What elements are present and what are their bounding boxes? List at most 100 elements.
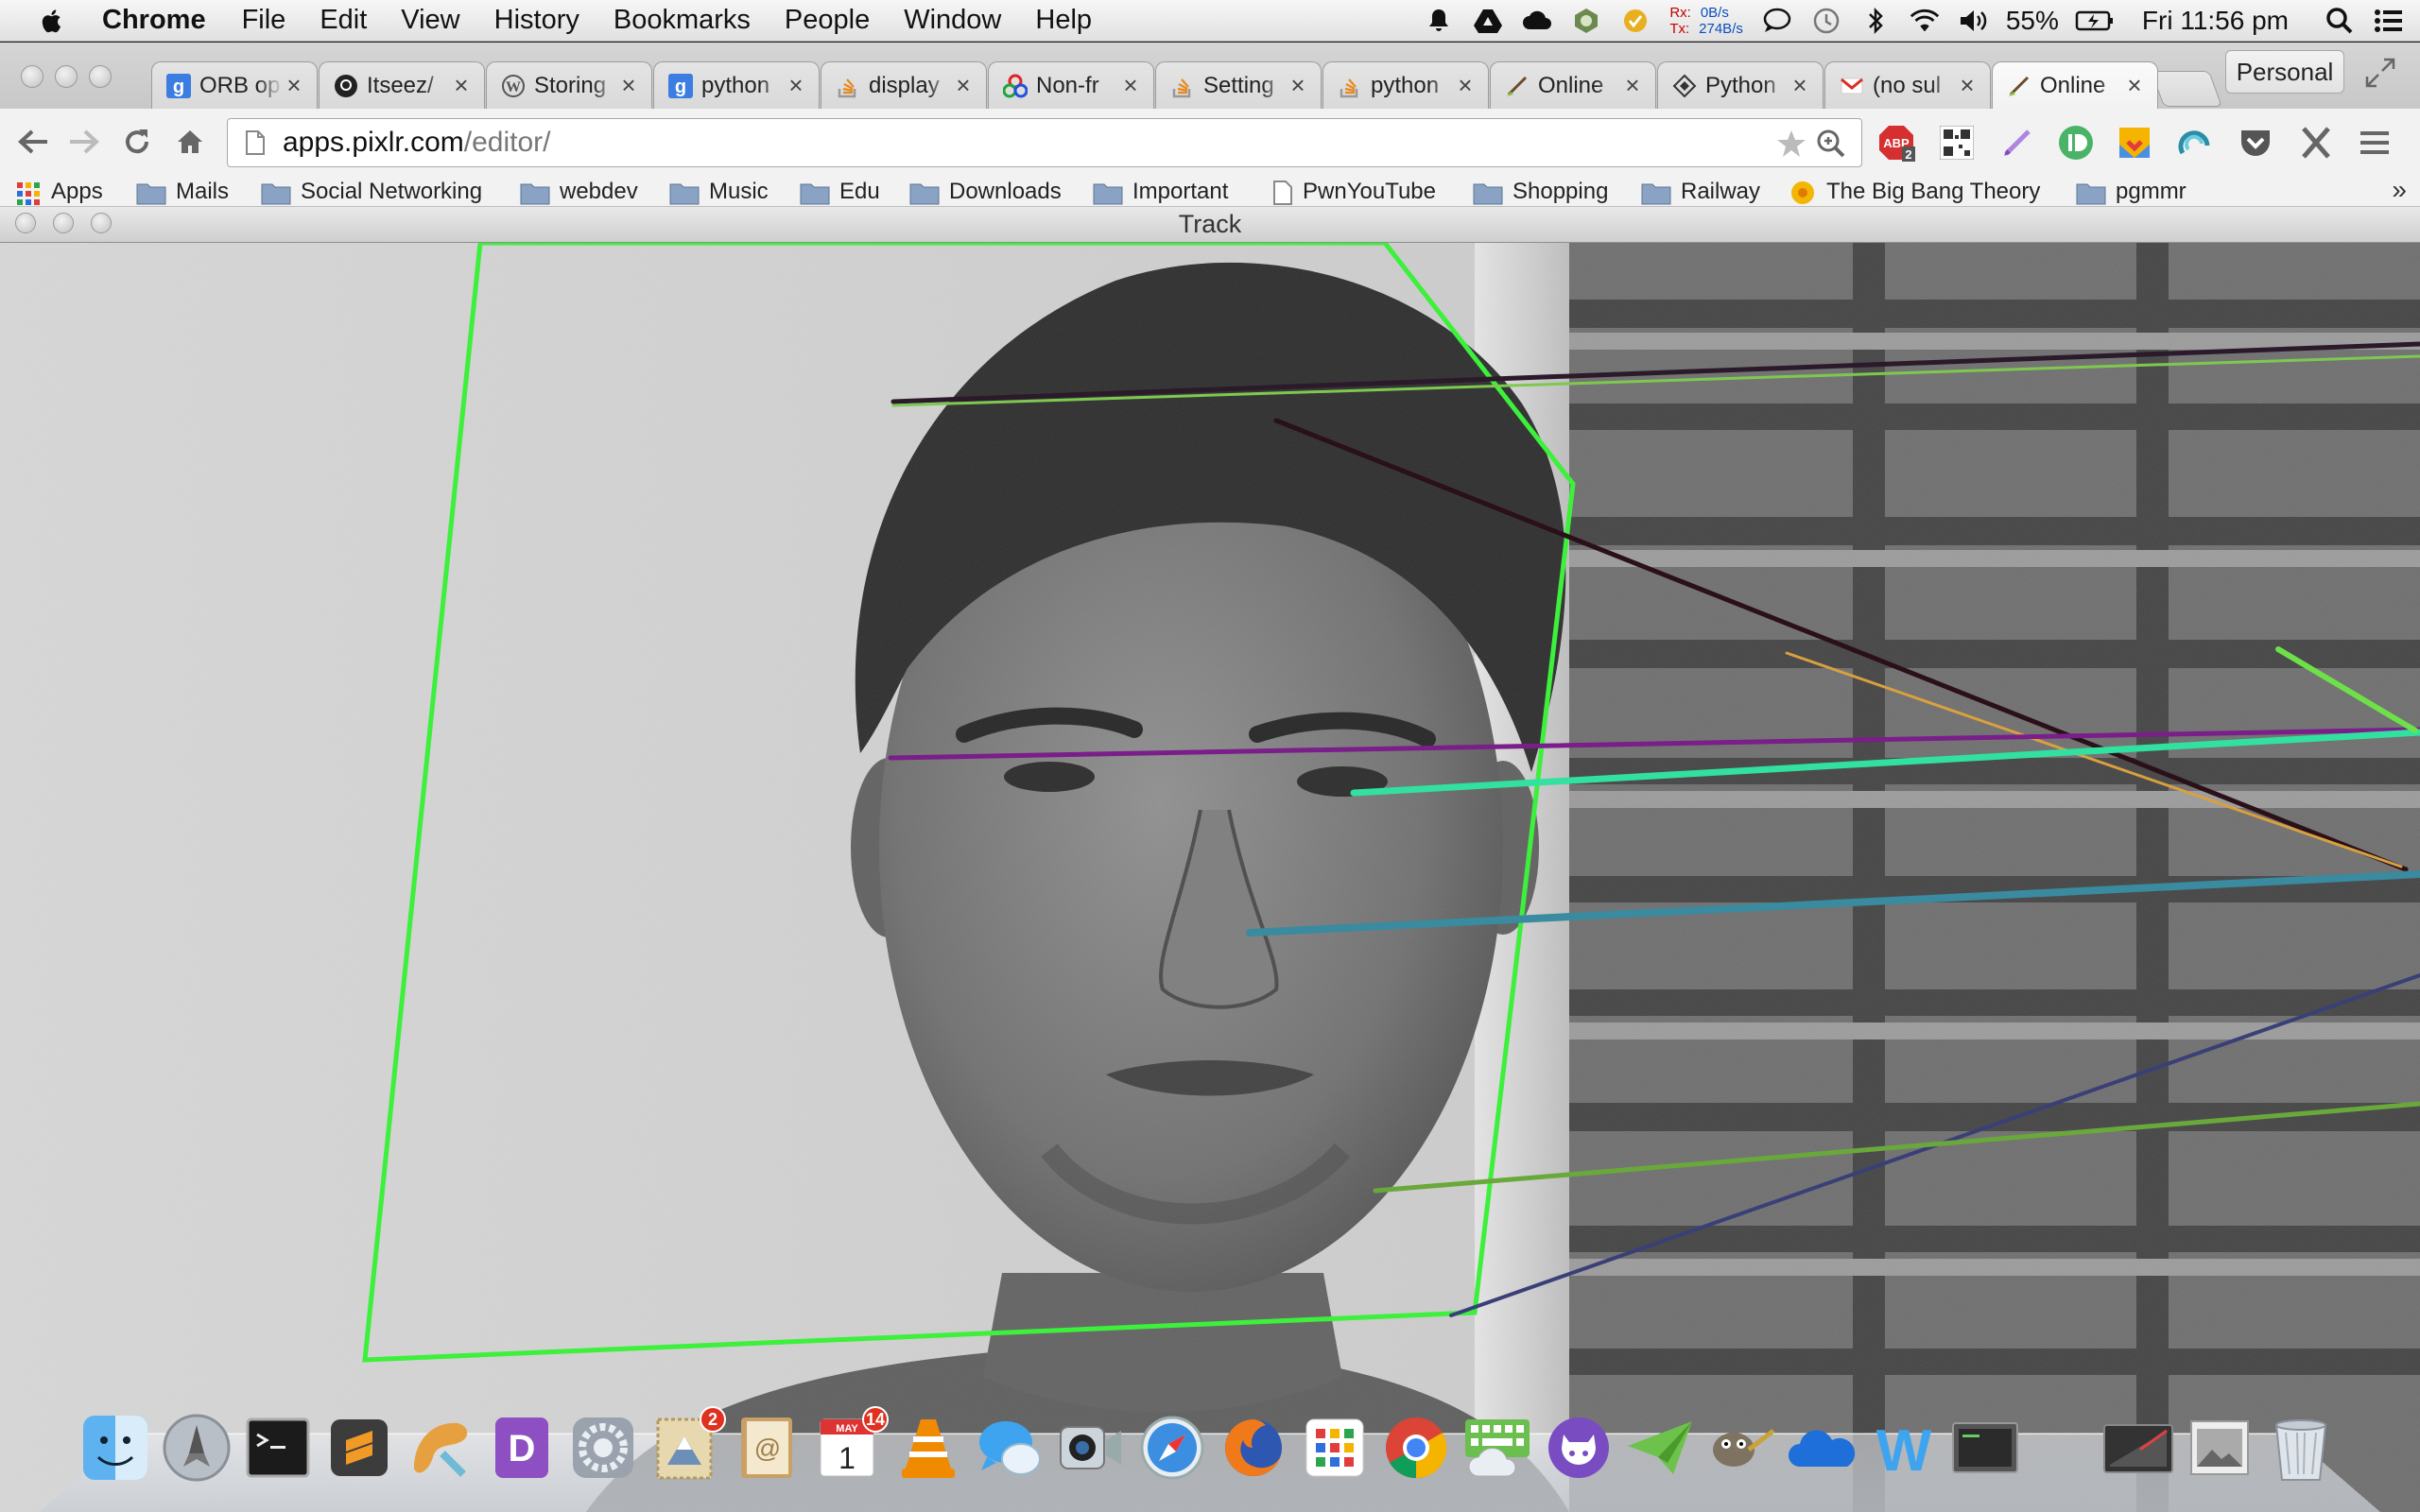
pixelmator-icon[interactable] xyxy=(405,1412,476,1489)
tab-orb[interactable]: g ORB op × xyxy=(151,61,318,109)
reload-button[interactable] xyxy=(117,122,157,162)
bookmark-edu[interactable]: Edu xyxy=(800,179,880,206)
tab-close-icon[interactable]: × xyxy=(2123,71,2146,100)
bluetooth-icon[interactable] xyxy=(1859,5,1892,37)
battery-percent[interactable]: 55% xyxy=(2006,6,2059,36)
tab-close-icon[interactable]: × xyxy=(617,71,640,100)
hexagon-app-icon[interactable] xyxy=(1570,5,1602,37)
bookmark-webdev[interactable]: webdev xyxy=(520,179,638,206)
menu-clock[interactable]: Fri 11:56 pm xyxy=(2142,6,2289,36)
launchpad-icon[interactable] xyxy=(161,1412,233,1489)
mail-icon[interactable]: 2 xyxy=(648,1406,726,1489)
tab-python-google[interactable]: g python × xyxy=(653,61,820,109)
notification-bell-icon[interactable] xyxy=(1423,5,1455,37)
word-icon[interactable]: W xyxy=(1868,1412,1940,1489)
bookmark-apps[interactable]: Apps xyxy=(15,179,103,206)
github-octocat-icon[interactable] xyxy=(1543,1412,1615,1489)
wifi-icon[interactable] xyxy=(1909,5,1941,37)
system-preferences-icon[interactable] xyxy=(567,1412,639,1489)
bookmark-pwnyoutube[interactable]: PwnYouTube xyxy=(1272,179,1436,206)
tab-online-1[interactable]: Online × xyxy=(1490,61,1656,109)
cloud-icon[interactable] xyxy=(1521,5,1553,37)
network-monitor[interactable]: Rx: 0B/s Tx: 274B/s xyxy=(1669,5,1743,37)
menu-file[interactable]: File xyxy=(242,5,286,36)
google-keep-icon[interactable] xyxy=(2116,124,2153,162)
zoom-icon[interactable] xyxy=(1816,129,1846,159)
tab-close-icon[interactable]: × xyxy=(1621,71,1644,100)
tab-display[interactable]: display × xyxy=(821,61,987,109)
tab-close-icon[interactable]: × xyxy=(1287,71,1309,100)
volume-icon[interactable] xyxy=(1958,5,1990,37)
tab-close-icon[interactable]: × xyxy=(283,71,305,100)
chrome-menu-icon[interactable] xyxy=(2356,124,2394,162)
tab-itseez[interactable]: Itseez/ × xyxy=(319,61,485,109)
bookmarks-overflow-chevron[interactable]: » xyxy=(2392,175,2407,205)
finder-icon[interactable] xyxy=(79,1412,151,1489)
tab-close-icon[interactable]: × xyxy=(1454,71,1477,100)
notification-center-icon[interactable] xyxy=(2373,5,2405,37)
safari-icon[interactable] xyxy=(1136,1412,1208,1489)
swirl-extension-icon[interactable] xyxy=(2176,124,2214,162)
terminal-icon[interactable] xyxy=(242,1412,314,1489)
back-button[interactable] xyxy=(13,122,53,162)
sublime-icon[interactable] xyxy=(323,1412,395,1489)
apple-menu-icon[interactable] xyxy=(36,5,68,37)
tab-close-icon[interactable]: × xyxy=(450,71,473,100)
checkmark-badge-icon[interactable] xyxy=(1619,5,1651,37)
bookmark-downloads[interactable]: Downloads xyxy=(909,179,1062,206)
address-bar[interactable]: apps.pixlr.com/editor/ xyxy=(227,118,1862,167)
battery-charging-icon[interactable] xyxy=(2075,5,2115,37)
x-extension-icon[interactable] xyxy=(2297,124,2335,162)
bookmark-music[interactable]: Music xyxy=(669,179,769,206)
console-icon[interactable] xyxy=(1949,1412,2021,1489)
menu-view[interactable]: View xyxy=(401,5,459,36)
tab-close-icon[interactable]: × xyxy=(785,71,807,100)
firefox-icon[interactable] xyxy=(1218,1412,1289,1489)
facetime-icon[interactable] xyxy=(1055,1412,1127,1489)
tab-nonfree[interactable]: Non-fr × xyxy=(988,61,1154,109)
tab-gmail[interactable]: (no sul × xyxy=(1824,61,1991,109)
pushbullet-icon[interactable] xyxy=(2057,124,2095,162)
bookmark-railway[interactable]: Railway xyxy=(1641,179,1760,206)
menu-app-name[interactable]: Chrome xyxy=(102,5,206,36)
keyboard-cloud-icon[interactable] xyxy=(1461,1412,1533,1489)
tab-python-so[interactable]: python × xyxy=(1322,61,1489,109)
adblock-plus-icon[interactable]: ABP 2 xyxy=(1877,124,1915,162)
bookmark-star-icon[interactable] xyxy=(1776,129,1806,159)
forward-button[interactable] xyxy=(64,122,104,162)
address-book-icon[interactable]: @ xyxy=(730,1412,802,1489)
home-button[interactable] xyxy=(170,122,210,162)
spotlight-search-icon[interactable] xyxy=(2324,5,2356,37)
tab-python-diamond[interactable]: Python × xyxy=(1657,61,1824,109)
menu-people[interactable]: People xyxy=(785,5,870,36)
bookmark-big-bang-theory[interactable]: The Big Bang Theory xyxy=(1789,179,2040,206)
tab-close-icon[interactable]: × xyxy=(1789,71,1811,100)
window-close-button[interactable] xyxy=(21,65,43,88)
tab-storing[interactable]: W Storing × xyxy=(486,61,652,109)
chrome-icon[interactable] xyxy=(1380,1412,1452,1489)
preview-icon[interactable] xyxy=(2184,1412,2256,1489)
chat-bubble-icon[interactable] xyxy=(1761,5,1793,37)
tab-close-icon[interactable]: × xyxy=(1119,71,1142,100)
pocket-icon[interactable] xyxy=(2237,124,2274,162)
window-zoom-button[interactable] xyxy=(89,65,112,88)
tab-close-icon[interactable]: × xyxy=(1956,71,1979,100)
menu-edit[interactable]: Edit xyxy=(320,5,367,36)
screen-icon[interactable] xyxy=(2102,1412,2174,1489)
dash-icon[interactable]: D xyxy=(486,1412,558,1489)
messages-icon[interactable] xyxy=(974,1412,1046,1489)
fullscreen-icon[interactable] xyxy=(2363,56,2397,90)
new-tab-button[interactable] xyxy=(2151,71,2222,107)
profile-button[interactable]: Personal xyxy=(2225,50,2344,94)
app-grid-icon[interactable] xyxy=(1299,1412,1371,1489)
trash-icon[interactable] xyxy=(2265,1412,2337,1489)
menu-window[interactable]: Window xyxy=(904,5,1001,36)
menu-history[interactable]: History xyxy=(494,5,579,36)
qr-code-icon[interactable] xyxy=(1938,124,1976,162)
tab-close-icon[interactable]: × xyxy=(952,71,975,100)
bookmark-shopping[interactable]: Shopping xyxy=(1473,179,1608,206)
bookmark-pgmmr[interactable]: pgmmr xyxy=(2076,179,2187,206)
bookmark-important[interactable]: Important xyxy=(1093,179,1228,206)
time-machine-icon[interactable] xyxy=(1810,5,1842,37)
window-minimize-button[interactable] xyxy=(55,65,78,88)
